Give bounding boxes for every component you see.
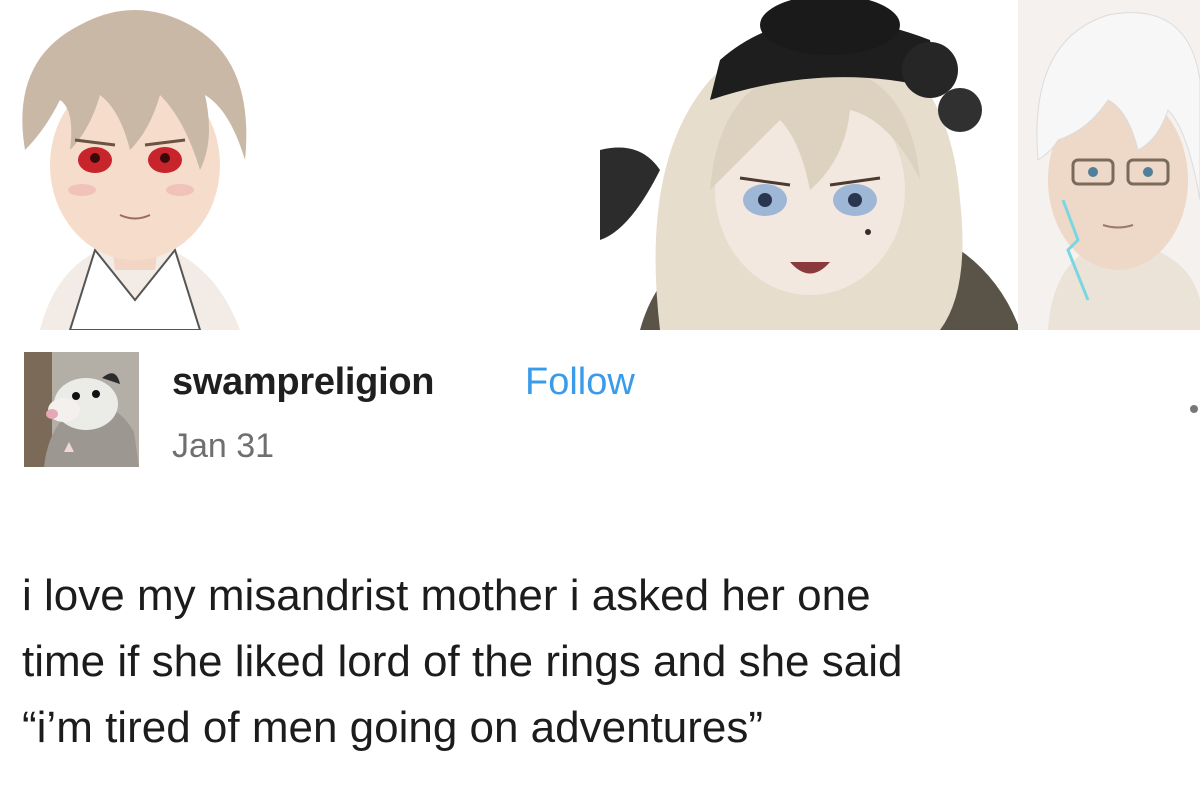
post-body-line: i love my misandrist mother i asked her … xyxy=(22,571,871,620)
username-link[interactable]: swampreligion xyxy=(172,361,434,404)
post-body-line: time if she liked lord of the rings and … xyxy=(22,637,903,686)
post-date: Jan 31 xyxy=(172,427,275,465)
follow-button[interactable]: Follow xyxy=(525,361,635,404)
anime-man-illustration xyxy=(1018,0,1200,330)
artwork-strip xyxy=(0,0,1200,330)
post-menu-icon[interactable] xyxy=(1190,405,1198,413)
post-body: i love my misandrist mother i asked her … xyxy=(22,563,1192,761)
opossum-avatar[interactable] xyxy=(24,352,139,467)
anime-boy-illustration xyxy=(0,0,270,330)
post-body-line: “i’m tired of men going on adventures” xyxy=(22,703,764,752)
anime-girl-illustration xyxy=(600,0,1050,330)
